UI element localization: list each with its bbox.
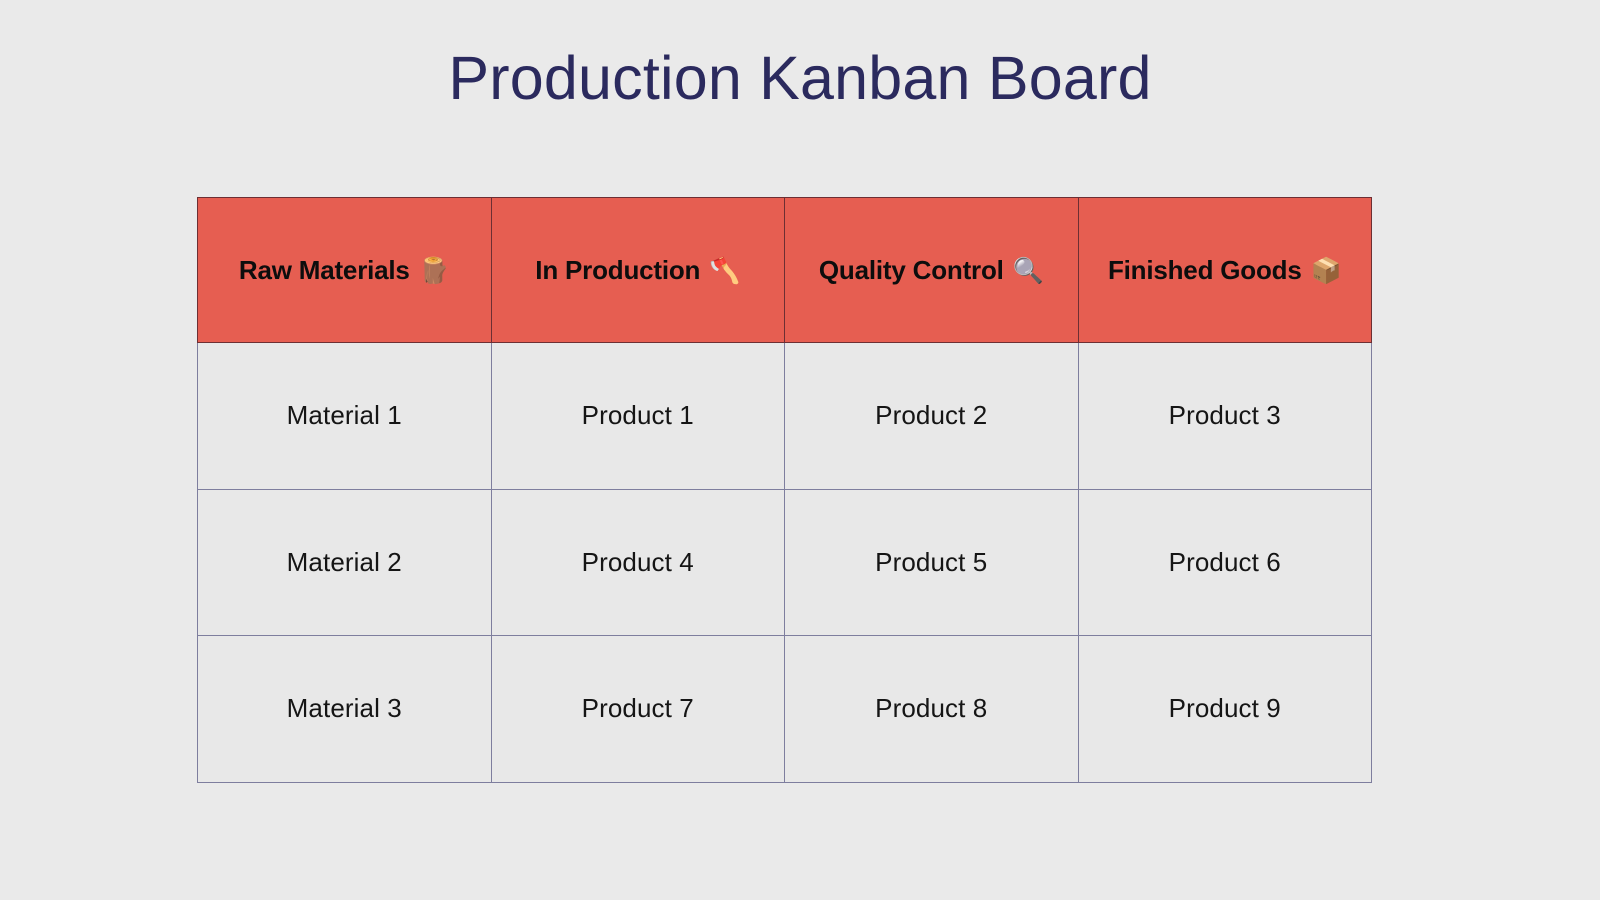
kanban-body: Material 1 Product 1 Product 2 Product 3… bbox=[197, 342, 1372, 783]
kanban-table: Raw Materials 🪵 In Production 🪓 Quality … bbox=[197, 197, 1372, 783]
column-header-quality-control[interactable]: Quality Control 🔍 bbox=[784, 197, 1079, 343]
column-header-label: Finished Goods bbox=[1107, 254, 1302, 285]
card-label: Product 9 bbox=[1168, 693, 1281, 724]
kanban-header-row: Raw Materials 🪵 In Production 🪓 Quality … bbox=[197, 197, 1372, 343]
page-title: Production Kanban Board bbox=[448, 44, 1152, 112]
card-cell[interactable]: Product 2 bbox=[784, 342, 1079, 490]
column-header-raw-materials[interactable]: Raw Materials 🪵 bbox=[197, 197, 492, 343]
card-cell[interactable]: Material 2 bbox=[197, 488, 492, 637]
card-cell[interactable]: Product 9 bbox=[1077, 635, 1372, 783]
card-cell[interactable]: Product 8 bbox=[784, 635, 1079, 783]
card-cell[interactable]: Product 3 bbox=[1077, 342, 1372, 490]
column-header-finished-goods[interactable]: Finished Goods 📦 bbox=[1077, 197, 1372, 343]
axe-icon: 🪓 bbox=[709, 255, 741, 285]
card-cell[interactable]: Material 1 bbox=[197, 342, 492, 490]
card-cell[interactable]: Material 3 bbox=[197, 635, 492, 783]
card-label: Product 1 bbox=[581, 400, 694, 431]
card-label: Product 4 bbox=[581, 546, 694, 577]
package-icon: 📦 bbox=[1310, 255, 1342, 285]
card-label: Material 1 bbox=[286, 400, 402, 431]
card-cell[interactable]: Product 5 bbox=[784, 488, 1079, 637]
card-cell[interactable]: Product 1 bbox=[490, 342, 785, 490]
card-cell[interactable]: Product 6 bbox=[1077, 488, 1372, 637]
card-label: Product 3 bbox=[1168, 400, 1281, 431]
table-row: Material 3 Product 7 Product 8 Product 9 bbox=[197, 635, 1372, 783]
kanban-board: Raw Materials 🪵 In Production 🪓 Quality … bbox=[197, 197, 1372, 783]
card-cell[interactable]: Product 7 bbox=[490, 635, 785, 783]
table-row: Material 2 Product 4 Product 5 Product 6 bbox=[197, 488, 1372, 637]
kanban-board-page: Production Kanban Board Raw Materials 🪵 bbox=[0, 0, 1600, 900]
column-header-label: Quality Control bbox=[818, 254, 1004, 285]
card-label: Product 7 bbox=[581, 693, 694, 724]
card-label: Product 6 bbox=[1168, 546, 1281, 577]
column-header-in-production[interactable]: In Production 🪓 bbox=[490, 197, 785, 343]
card-cell[interactable]: Product 4 bbox=[490, 488, 785, 637]
card-label: Material 2 bbox=[286, 546, 402, 577]
card-label: Product 2 bbox=[875, 400, 988, 431]
card-label: Product 5 bbox=[875, 546, 988, 577]
card-label: Product 8 bbox=[875, 693, 988, 724]
column-header-label: Raw Materials bbox=[238, 254, 410, 285]
card-label: Material 3 bbox=[286, 693, 402, 724]
wood-log-icon: 🪵 bbox=[418, 255, 450, 285]
magnifying-glass-icon: 🔍 bbox=[1012, 255, 1044, 285]
column-header-label: In Production bbox=[535, 254, 701, 285]
table-row: Material 1 Product 1 Product 2 Product 3 bbox=[197, 342, 1372, 490]
